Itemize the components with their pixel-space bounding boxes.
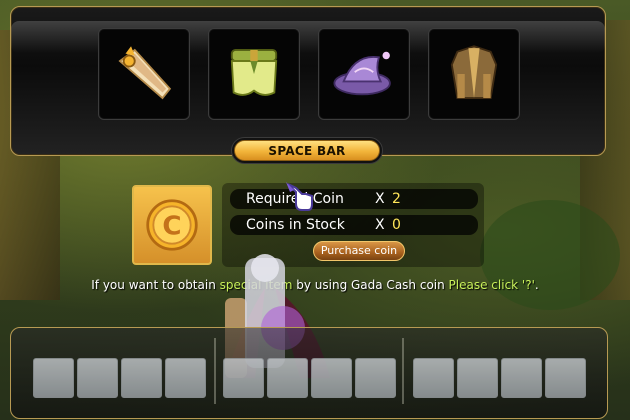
inventory-slot-8[interactable] — [355, 358, 396, 398]
coin-c-icon: C — [146, 199, 198, 251]
inventory-divider-1 — [214, 338, 216, 404]
notice-text-1: If you want to obtain — [91, 278, 220, 292]
green-armor-shorts-icon — [230, 49, 278, 96]
background-foliage — [480, 200, 620, 310]
coins-in-stock-value: 0 — [392, 217, 401, 233]
inventory-slot-4[interactable] — [165, 358, 206, 398]
space-bar-label: SPACE BAR — [234, 140, 380, 161]
required-coin-value: 2 — [392, 191, 401, 207]
purchase-coin-button[interactable]: Purchase coin — [313, 241, 405, 261]
golden-blade-icon — [118, 46, 172, 100]
svg-text:C: C — [162, 211, 181, 241]
notice-text-2: by using Gada Cash coin — [292, 278, 449, 292]
inventory-slot-10[interactable] — [457, 358, 498, 398]
notice-special-item: special item — [219, 278, 293, 292]
inventory-slot-2[interactable] — [77, 358, 118, 398]
gada-coin-icon: C — [132, 185, 212, 265]
inventory-slot-12[interactable] — [545, 358, 586, 398]
inventory-slot-1[interactable] — [33, 358, 74, 398]
notice-help-link[interactable]: Please click '?' — [449, 278, 535, 292]
coins-in-stock-multiplier: X — [375, 217, 385, 233]
space-bar-button[interactable]: SPACE BAR — [231, 137, 383, 164]
reward-item-slot-2[interactable] — [208, 28, 300, 120]
inventory-slot-11[interactable] — [501, 358, 542, 398]
purple-witch-hat-icon — [333, 51, 391, 96]
inventory-slot-5[interactable] — [223, 358, 264, 398]
coins-in-stock-row: Coins in Stock X 0 — [230, 215, 478, 235]
inventory-slot-3[interactable] — [121, 358, 162, 398]
brown-coat-icon — [450, 45, 498, 99]
reward-item-slot-1[interactable] — [98, 28, 190, 120]
reward-item-slot-3[interactable] — [318, 28, 410, 120]
coins-in-stock-label: Coins in Stock — [246, 217, 345, 233]
inventory-slot-6[interactable] — [267, 358, 308, 398]
required-coin-multiplier: X — [375, 191, 385, 207]
hand-cursor-icon — [286, 182, 313, 211]
required-coin-row: Required Coin X 2 — [230, 189, 478, 209]
reward-item-slot-4[interactable] — [428, 28, 520, 120]
inventory-divider-2 — [402, 338, 404, 404]
inventory-slot-7[interactable] — [311, 358, 352, 398]
notice-text-3: . — [534, 278, 539, 292]
gada-coin-notice: If you want to obtain special item by us… — [0, 278, 630, 292]
inventory-slot-9[interactable] — [413, 358, 454, 398]
